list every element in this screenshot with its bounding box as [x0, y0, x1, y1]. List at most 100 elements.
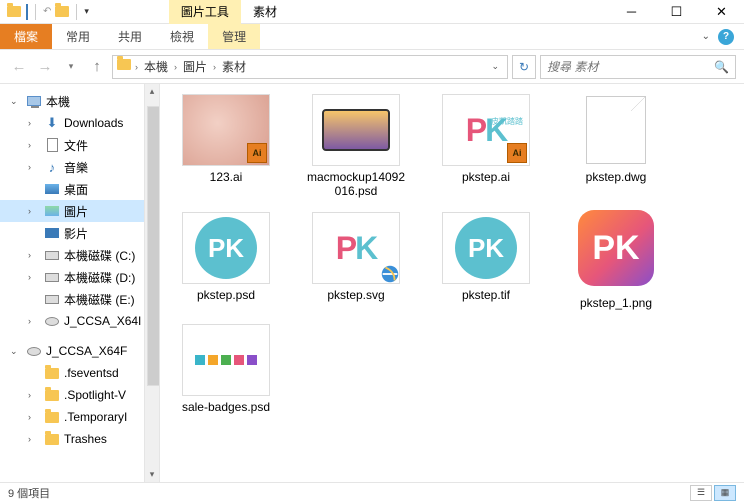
folder-icon — [44, 409, 60, 425]
home-tab[interactable]: 常用 — [52, 24, 104, 49]
breadcrumb-separator[interactable]: › — [135, 62, 138, 72]
file-name: macmockup14092016.psd — [306, 170, 406, 198]
address-bar-row: ← → ▾ ↑ › 本機 › 圖片 › 素材 ⌄ ↻ 🔍 — [0, 50, 744, 84]
disc-icon — [44, 313, 60, 329]
breadcrumb-pictures[interactable]: 圖片 — [179, 58, 211, 75]
breadcrumb-separator[interactable]: › — [174, 62, 177, 72]
file-pane[interactable]: Ai 123.ai macmockup14092016.psd PK皮凱踏踏Ai… — [160, 84, 744, 482]
share-tab[interactable]: 共用 — [104, 24, 156, 49]
tree-jccsa1[interactable]: ›J_CCSA_X64I — [0, 310, 159, 332]
search-box[interactable]: 🔍 — [540, 55, 736, 79]
address-history-icon[interactable]: ⌄ — [487, 61, 503, 72]
download-icon: ⬇ — [44, 115, 60, 131]
breadcrumb-separator[interactable]: › — [213, 62, 216, 72]
file-tab[interactable]: 檔案 — [0, 24, 52, 49]
tree-pictures[interactable]: ›圖片 — [0, 200, 159, 222]
tree-label: 本機磁碟 (E:) — [64, 291, 135, 308]
undo-icon[interactable]: ↶ — [43, 6, 51, 17]
file-item[interactable]: macmockup14092016.psd — [306, 94, 406, 198]
tree-drive-e[interactable]: 本機磁碟 (E:) — [0, 288, 159, 310]
folder-icon — [44, 431, 60, 447]
scroll-thumb[interactable] — [147, 106, 160, 386]
file-name: pkstep_1.png — [580, 296, 652, 310]
save-icon[interactable] — [26, 5, 28, 19]
file-item[interactable]: PK pkstep_1.png — [566, 212, 666, 310]
tree-spotlight[interactable]: ›.Spotlight-V — [0, 384, 159, 406]
file-item[interactable]: PK pkstep.psd — [176, 212, 276, 310]
tree-label: 本機磁碟 (D:) — [64, 269, 135, 286]
address-bar[interactable]: › 本機 › 圖片 › 素材 ⌄ — [112, 55, 508, 79]
file-thumbnail: PK — [312, 212, 400, 284]
tree-label: 桌面 — [64, 181, 88, 198]
file-item[interactable]: Ai 123.ai — [176, 94, 276, 198]
file-item[interactable]: PK pkstep.svg — [306, 212, 406, 310]
tree-videos[interactable]: 影片 — [0, 222, 159, 244]
ribbon-expand-icon[interactable]: ⌄ — [702, 31, 710, 42]
close-button[interactable]: ✕ — [699, 0, 744, 24]
drive-icon — [44, 247, 60, 263]
file-item[interactable]: pkstep.dwg — [566, 94, 666, 198]
item-count: 9 個項目 — [8, 485, 50, 501]
up-button[interactable]: ↑ — [86, 56, 108, 78]
internet-explorer-icon — [379, 263, 400, 284]
file-name: 123.ai — [210, 170, 243, 184]
tree-music[interactable]: ›♪音樂 — [0, 156, 159, 178]
tree-label: Downloads — [64, 116, 123, 130]
file-thumbnail: PK — [182, 212, 270, 284]
tree-jccsa2[interactable]: ⌄J_CCSA_X64F — [0, 340, 159, 362]
file-name: pkstep.dwg — [586, 170, 647, 184]
tree-label: J_CCSA_X64F — [46, 344, 127, 358]
refresh-button[interactable]: ↻ — [512, 55, 536, 79]
maximize-button[interactable]: ☐ — [654, 0, 699, 24]
manage-tab[interactable]: 管理 — [208, 24, 260, 49]
tree-label: 文件 — [64, 137, 88, 154]
tree-documents[interactable]: ›文件 — [0, 134, 159, 156]
drive-icon — [44, 269, 60, 285]
breadcrumb-current[interactable]: 素材 — [218, 58, 250, 75]
view-tab[interactable]: 檢視 — [156, 24, 208, 49]
file-item[interactable]: sale-badges.psd — [176, 324, 276, 414]
file-item[interactable]: PK pkstep.tif — [436, 212, 536, 310]
qat-dropdown-icon[interactable]: ▾ — [84, 6, 89, 17]
tree-label: 本機磁碟 (C:) — [64, 247, 135, 264]
file-name: pkstep.psd — [197, 288, 255, 302]
tree-desktop[interactable]: 桌面 — [0, 178, 159, 200]
tree-temporary[interactable]: ›.TemporaryI — [0, 406, 159, 428]
window-controls: ─ ☐ ✕ — [609, 0, 744, 24]
help-icon[interactable]: ? — [718, 29, 734, 45]
scroll-down-icon[interactable]: ▾ — [145, 467, 159, 482]
file-item[interactable]: PK皮凱踏踏Ai pkstep.ai — [436, 94, 536, 198]
minimize-button[interactable]: ─ — [609, 0, 654, 24]
breadcrumb-pc[interactable]: 本機 — [140, 58, 172, 75]
tree-label: .Spotlight-V — [64, 388, 126, 402]
tree-this-pc[interactable]: ⌄本機 — [0, 90, 159, 112]
redo-icon[interactable] — [55, 6, 69, 17]
context-tab-tools[interactable]: 圖片工具 — [169, 0, 241, 24]
back-button[interactable]: ← — [8, 56, 30, 78]
details-view-button[interactable]: ☰ — [690, 485, 712, 501]
main-area: ⌄本機 ›⬇Downloads ›文件 ›♪音樂 桌面 ›圖片 影片 ›本機磁碟… — [0, 84, 744, 482]
sidebar-scrollbar[interactable]: ▴ ▾ — [144, 84, 159, 482]
tree-drive-d[interactable]: ›本機磁碟 (D:) — [0, 266, 159, 288]
file-thumbnail: PK皮凱踏踏Ai — [442, 94, 530, 166]
file-thumbnail: Ai — [182, 94, 270, 166]
forward-button[interactable]: → — [34, 56, 56, 78]
status-bar: 9 個項目 ☰ ▦ — [0, 482, 744, 502]
tree-drive-c[interactable]: ›本機磁碟 (C:) — [0, 244, 159, 266]
quick-access-toolbar: ↶ ▾ — [0, 4, 89, 20]
recent-dropdown-icon[interactable]: ▾ — [60, 56, 82, 78]
tree-trashes[interactable]: ›Trashes — [0, 428, 159, 450]
file-name: pkstep.ai — [462, 170, 510, 184]
search-input[interactable] — [547, 60, 714, 74]
search-icon[interactable]: 🔍 — [714, 60, 729, 74]
scroll-up-icon[interactable]: ▴ — [145, 84, 159, 99]
disc-icon — [26, 343, 42, 359]
tree-downloads[interactable]: ›⬇Downloads — [0, 112, 159, 134]
tree-fsevents[interactable]: .fseventsd — [0, 362, 159, 384]
ribbon-tabs: 檔案 常用 共用 檢視 管理 ⌄ ? — [0, 24, 744, 50]
file-name: sale-badges.psd — [182, 400, 270, 414]
folder-icon — [44, 365, 60, 381]
icons-view-button[interactable]: ▦ — [714, 485, 736, 501]
file-name: pkstep.svg — [327, 288, 384, 302]
app-icon — [6, 4, 22, 20]
